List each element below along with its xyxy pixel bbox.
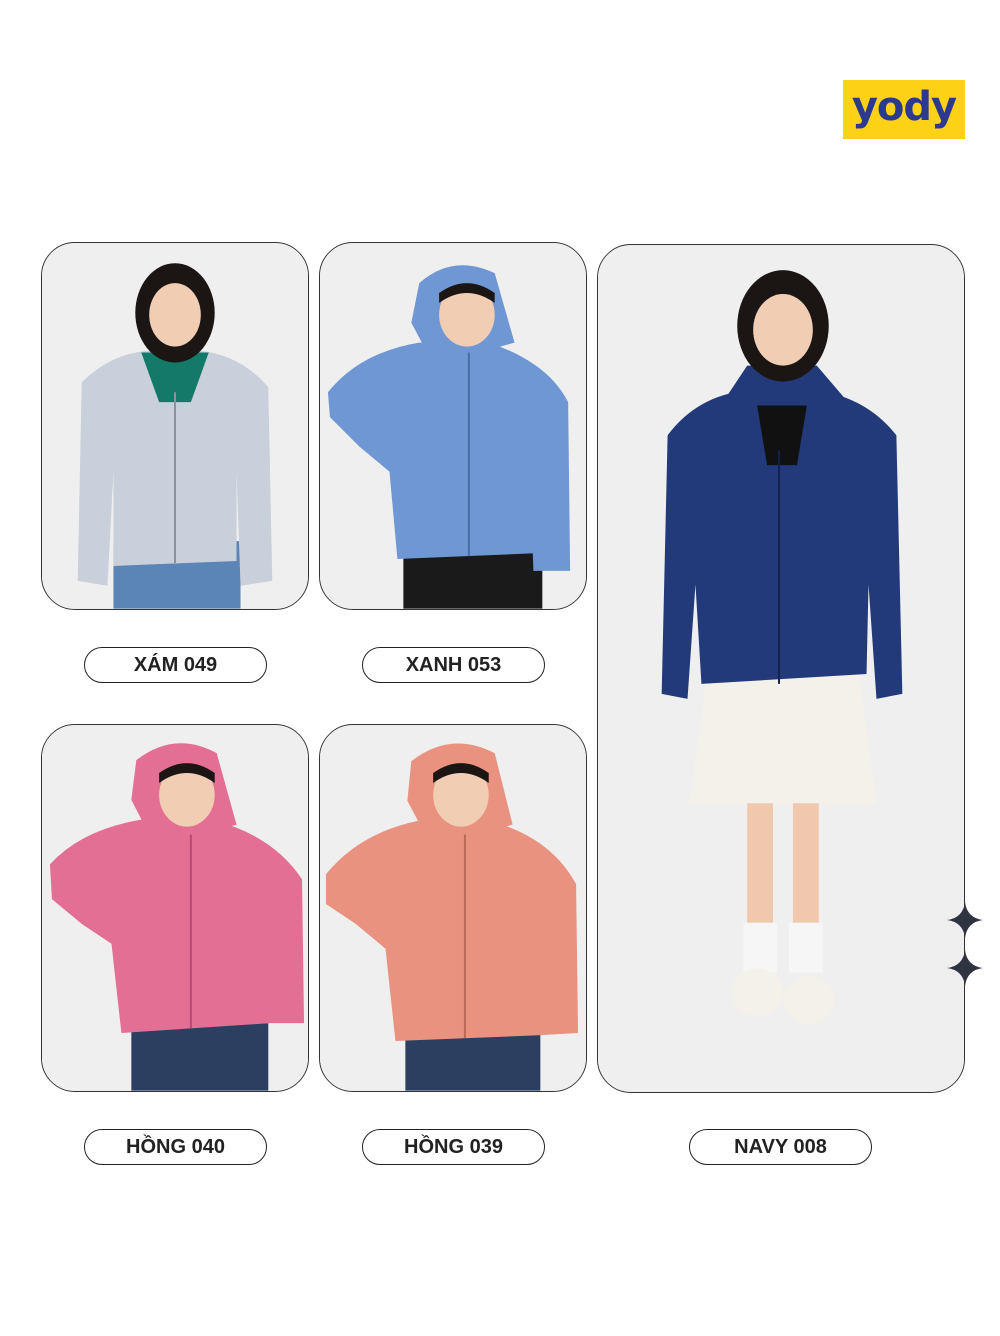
product-label-hong-039: HỒNG 039 bbox=[362, 1129, 545, 1165]
product-photo-hong-040[interactable] bbox=[41, 724, 309, 1092]
model-photo bbox=[42, 243, 308, 609]
four-point-star-icon bbox=[947, 902, 983, 938]
product-label-hong-040: HỒNG 040 bbox=[84, 1129, 267, 1165]
four-point-star-icon bbox=[947, 950, 983, 986]
product-photo-xam-049[interactable] bbox=[41, 242, 309, 610]
model-photo bbox=[598, 246, 964, 1091]
product-photo-hong-039[interactable] bbox=[319, 724, 587, 1092]
product-label-xanh-053: XANH 053 bbox=[362, 647, 545, 683]
model-photo bbox=[42, 725, 308, 1091]
brand-logo[interactable]: yody bbox=[843, 80, 965, 139]
product-label-xam-049: XÁM 049 bbox=[84, 647, 267, 683]
model-photo bbox=[320, 725, 586, 1091]
model-photo bbox=[320, 243, 586, 609]
product-photo-navy-008[interactable] bbox=[597, 244, 965, 1093]
product-photo-xanh-053[interactable] bbox=[319, 242, 587, 610]
brand-logo-text: yody bbox=[851, 83, 957, 130]
product-label-navy-008: NAVY 008 bbox=[689, 1129, 872, 1165]
